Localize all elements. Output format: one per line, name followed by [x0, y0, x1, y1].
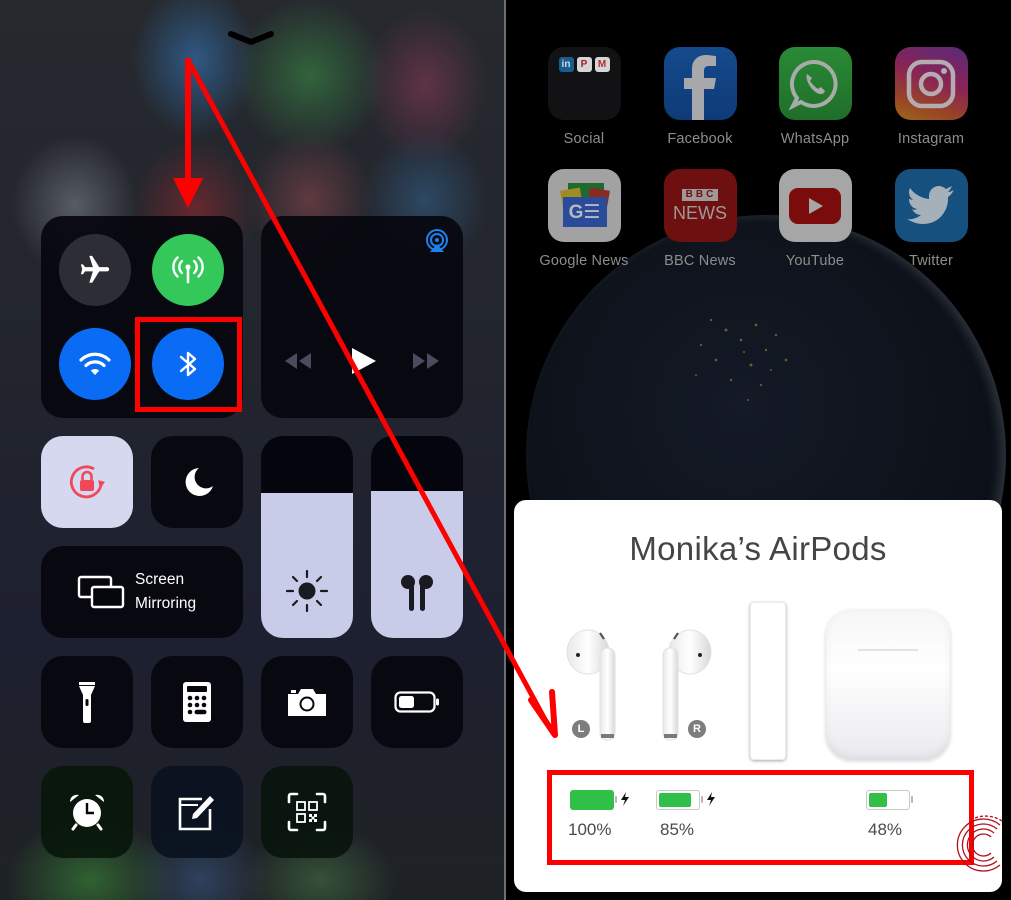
antenna-icon [172, 256, 204, 284]
wifi-toggle[interactable] [59, 328, 131, 400]
camera-button[interactable] [261, 656, 353, 748]
control-center: Screen Mirroring [0, 0, 504, 900]
calculator-icon [183, 682, 211, 722]
volume-slider[interactable] [371, 436, 463, 638]
notes-button[interactable] [151, 766, 243, 858]
instagram-icon [894, 47, 968, 120]
facebook-icon [663, 47, 737, 120]
calculator-button[interactable] [151, 656, 243, 748]
moon-icon [185, 468, 213, 496]
home-screen: in P M Social Facebook WhatsApp Instagra… [506, 0, 1011, 900]
left-airpod-badge: L [572, 720, 590, 738]
app-label: Instagram [897, 131, 965, 147]
flashlight-button[interactable] [41, 656, 133, 748]
bbc-logo: BBC [681, 188, 719, 201]
charging-case-image [826, 610, 950, 760]
camera-icon [288, 689, 326, 716]
rewind-icon[interactable] [283, 351, 313, 371]
google-news-glyph: G☰ [562, 197, 607, 227]
notes-pencil-icon [178, 796, 214, 831]
case-lid-image [750, 602, 786, 760]
app-label: Twitter [908, 253, 954, 269]
twitter-icon [894, 169, 968, 242]
app-instagram[interactable]: Instagram [881, 47, 981, 147]
now-playing-panel [261, 216, 463, 418]
low-power-battery-icon [394, 691, 439, 713]
screen-mirroring-label: Screen Mirroring [135, 568, 196, 616]
dismiss-chevron-icon[interactable] [228, 30, 274, 46]
low-power-mode-button[interactable] [371, 656, 463, 748]
alarm-button[interactable] [41, 766, 133, 858]
app-label: Social [563, 131, 605, 147]
do-not-disturb-toggle[interactable] [151, 436, 243, 528]
watermark-logo-icon [956, 815, 1003, 872]
flashlight-icon [79, 682, 95, 723]
google-news-icon: G☰ [547, 169, 621, 242]
case-seam [858, 649, 918, 651]
youtube-icon [778, 169, 852, 242]
app-bbc-news[interactable]: BBC NEWS BBC News [650, 169, 750, 269]
alarm-clock-icon [69, 794, 105, 831]
gmail-icon: M [594, 57, 610, 72]
app-google-news[interactable]: G☰ Google News [534, 169, 634, 269]
wifi-icon [79, 352, 111, 375]
airpods-icon [401, 575, 433, 611]
bbc-news-icon: BBC NEWS [663, 169, 737, 242]
city-lights [695, 318, 788, 401]
cellular-data-toggle[interactable] [152, 234, 224, 306]
fast-forward-icon[interactable] [411, 351, 441, 371]
app-twitter[interactable]: Twitter [881, 169, 981, 269]
screen-mirroring-label-line1: Screen [135, 571, 185, 588]
volume-slider-fill [371, 490, 463, 638]
app-label: Google News [539, 253, 629, 269]
brightness-slider[interactable] [261, 436, 353, 638]
pinterest-icon: P [576, 57, 592, 72]
app-label: YouTube [785, 253, 845, 269]
qr-code-icon [287, 792, 327, 832]
airplay-audio-icon[interactable] [424, 228, 450, 254]
bluetooth-highlight-box [135, 317, 242, 412]
orientation-lock-toggle[interactable] [41, 436, 133, 528]
linkedin-icon: in [558, 57, 574, 72]
play-icon[interactable] [348, 346, 378, 376]
sun-icon [285, 569, 329, 613]
news-wordmark: NEWS [673, 202, 727, 223]
airpods-card-title: Monika’s AirPods [629, 530, 887, 567]
screen-mirroring-button[interactable]: Screen Mirroring [41, 546, 243, 638]
app-facebook[interactable]: Facebook [650, 47, 750, 147]
rotation-lock-icon [69, 465, 105, 499]
screen-mirroring-icon [77, 575, 125, 609]
app-youtube[interactable]: YouTube [765, 169, 865, 269]
app-label: BBC News [664, 253, 736, 269]
whatsapp-icon [778, 47, 852, 120]
social-folder-icon: in P M [547, 47, 621, 120]
airplane-mode-toggle[interactable] [59, 234, 131, 306]
screen-mirroring-label-line2: Mirroring [135, 595, 197, 612]
battery-highlight-box [547, 770, 974, 865]
app-label: Facebook [667, 131, 733, 147]
airplane-icon [80, 255, 110, 283]
app-social-folder[interactable]: in P M Social [534, 47, 634, 147]
brightness-slider-fill [261, 492, 353, 638]
right-airpod-badge: R [688, 720, 706, 738]
app-label: WhatsApp [780, 131, 850, 147]
app-whatsapp[interactable]: WhatsApp [765, 47, 865, 147]
qr-scanner-button[interactable] [261, 766, 353, 858]
